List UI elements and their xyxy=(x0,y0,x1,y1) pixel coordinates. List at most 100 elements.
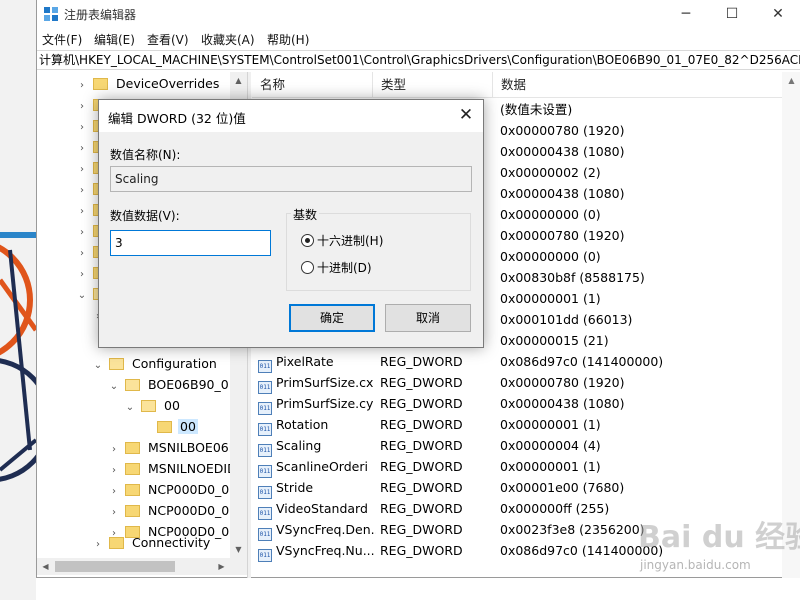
chevron-down-icon[interactable]: ⌄ xyxy=(109,376,119,397)
value-data-cell: 0x00830b8f (8588175) xyxy=(500,270,645,285)
chevron-right-icon[interactable]: › xyxy=(109,481,119,502)
column-header-data[interactable]: 数据 xyxy=(493,72,783,98)
radio-hex-label: 十六进制(H) xyxy=(317,234,384,248)
list-row[interactable]: 011 Rotation REG_DWORD 0x00000001 (1) xyxy=(252,414,800,436)
chevron-right-icon[interactable]: › xyxy=(77,201,87,222)
dialog-title-bar: 编辑 DWORD (32 位)值 ✕ xyxy=(99,100,483,132)
registry-editor-icon xyxy=(44,7,58,21)
tree-item[interactable]: › Connectivity xyxy=(93,532,212,553)
menu-file[interactable]: 文件(F) xyxy=(42,31,82,48)
folder-open-icon xyxy=(125,379,140,391)
folder-icon xyxy=(93,78,108,90)
list-row[interactable]: 011 PixelRate REG_DWORD 0x086d97c0 (1414000… xyxy=(252,351,800,373)
column-header-name[interactable]: 名称 xyxy=(252,72,373,98)
list-vertical-scrollbar[interactable]: ▲ xyxy=(782,72,800,578)
value-data-cell: 0x00000780 (1920) xyxy=(500,123,625,138)
tree-horizontal-scrollbar[interactable]: ◀ ▶ xyxy=(37,558,247,575)
radio-decimal[interactable]: 十进制(D) xyxy=(301,261,372,275)
tree-item[interactable]: › MSNILBOE06B xyxy=(109,437,239,458)
value-data-cell: 0x00000000 (0) xyxy=(500,207,601,222)
ok-button[interactable]: 确定 xyxy=(289,304,375,332)
value-data-cell: 0x00000780 (1920) xyxy=(500,228,625,243)
reg-dword-icon: 011 xyxy=(258,549,272,562)
column-header-type[interactable]: 类型 xyxy=(373,72,493,98)
value-data-input[interactable]: 3 xyxy=(110,230,271,256)
tree-item-selected[interactable]: 00 xyxy=(141,416,198,437)
chevron-right-icon[interactable]: › xyxy=(77,117,87,138)
value-name-text: Stride xyxy=(276,480,314,495)
tree-item[interactable]: › NCP000D0_00_ xyxy=(109,479,245,500)
chevron-right-icon[interactable]: › xyxy=(77,243,87,264)
list-row[interactable]: 011 PrimSurfSize.cy REG_DWORD 0x00000438 (1… xyxy=(252,393,800,415)
scroll-up-icon[interactable]: ▲ xyxy=(782,72,800,89)
radio-checked-icon[interactable] xyxy=(301,234,314,247)
base-label: 基数 xyxy=(291,206,320,223)
value-name-cell: 011 Stride xyxy=(258,477,376,499)
chevron-right-icon[interactable]: › xyxy=(93,534,103,555)
chevron-down-icon[interactable]: ⌄ xyxy=(93,355,103,376)
list-row[interactable]: 011 Stride REG_DWORD 0x00001e00 (7680) xyxy=(252,477,800,499)
chevron-right-icon[interactable]: › xyxy=(77,96,87,117)
chevron-right-icon[interactable]: › xyxy=(77,264,87,285)
chevron-right-icon[interactable]: › xyxy=(109,439,119,460)
cancel-button[interactable]: 取消 xyxy=(385,304,471,332)
dialog-title: 编辑 DWORD (32 位)值 xyxy=(108,111,246,126)
chevron-right-icon[interactable]: › xyxy=(77,75,87,96)
menu-favorites[interactable]: 收藏夹(A) xyxy=(201,31,255,48)
radio-dec-label: 十进制(D) xyxy=(317,261,372,275)
value-type-cell: REG_DWORD xyxy=(380,522,463,537)
value-type-cell: REG_DWORD xyxy=(380,417,463,432)
value-name-cell: 011 PixelRate xyxy=(258,351,376,373)
tree-item[interactable]: › DeviceOverrides xyxy=(77,73,221,94)
value-name-cell: 011 ScanlineOrderi xyxy=(258,456,376,478)
list-row[interactable]: 011 Scaling REG_DWORD 0x00000004 (4) xyxy=(252,435,800,457)
watermark-url: jingyan.baidu.com xyxy=(640,558,751,572)
scroll-down-icon[interactable]: ▼ xyxy=(230,541,247,558)
value-name-text: Scaling xyxy=(276,438,322,453)
tree-item[interactable]: ⌄ 00 xyxy=(125,395,182,416)
value-data-cell: 0x00001e00 (7680) xyxy=(500,480,625,495)
value-type-cell: REG_DWORD xyxy=(380,459,463,474)
chevron-down-icon[interactable]: ⌄ xyxy=(125,397,135,418)
address-bar[interactable]: 计算机\HKEY_LOCAL_MACHINE\SYSTEM\ControlSet… xyxy=(37,50,800,70)
tree-item[interactable]: › NCP000D0_00_ xyxy=(109,500,245,521)
value-name-text: VSyncFreq.Nu... xyxy=(276,543,375,558)
minimize-button[interactable]: ─ xyxy=(663,0,709,28)
close-icon: ✕ xyxy=(772,6,784,22)
chevron-right-icon[interactable]: › xyxy=(77,159,87,180)
list-row[interactable]: 011 PrimSurfSize.cx REG_DWORD 0x00000780 (1… xyxy=(252,372,800,394)
tree-item[interactable]: ⌄ BOE06B90_01_ xyxy=(109,374,245,395)
scroll-left-icon[interactable]: ◀ xyxy=(37,558,54,575)
value-name-cell: 011 PrimSurfSize.cx xyxy=(258,372,376,394)
value-data-cell: 0x00000438 (1080) xyxy=(500,186,625,201)
value-name-cell: 011 Rotation xyxy=(258,414,376,436)
radio-hexadecimal[interactable]: 十六进制(H) xyxy=(301,234,383,248)
chevron-down-icon[interactable]: ⌄ xyxy=(77,285,87,306)
dialog-close-button[interactable]: ✕ xyxy=(449,100,483,132)
maximize-button[interactable]: ☐ xyxy=(709,0,755,28)
scrollbar-thumb[interactable] xyxy=(55,561,175,572)
value-type-cell: REG_DWORD xyxy=(380,396,463,411)
list-row[interactable]: 011 ScanlineOrderi REG_DWORD 0x00000001 (1) xyxy=(252,456,800,478)
menu-help[interactable]: 帮助(H) xyxy=(267,31,309,48)
value-type-cell: REG_DWORD xyxy=(380,501,463,516)
value-name-cell: 011 VSyncFreq.Den... xyxy=(258,519,376,541)
menu-edit[interactable]: 编辑(E) xyxy=(94,31,135,48)
folder-icon xyxy=(125,505,140,517)
value-data-cell: 0x00000002 (2) xyxy=(500,165,601,180)
chevron-right-icon[interactable]: › xyxy=(77,180,87,201)
chevron-right-icon[interactable]: › xyxy=(77,222,87,243)
tree-item[interactable]: › MSNILNOEDID xyxy=(109,458,239,479)
menu-view[interactable]: 查看(V) xyxy=(147,31,189,48)
scroll-right-icon[interactable]: ▶ xyxy=(213,558,230,575)
scroll-up-icon[interactable]: ▲ xyxy=(230,72,247,89)
chevron-right-icon[interactable]: › xyxy=(109,460,119,481)
radio-unchecked-icon[interactable] xyxy=(301,261,314,274)
chevron-right-icon[interactable]: › xyxy=(109,502,119,523)
value-type-cell: REG_DWORD xyxy=(380,438,463,453)
folder-open-icon xyxy=(109,358,124,370)
chevron-right-icon[interactable]: › xyxy=(77,138,87,159)
tree-item-configuration[interactable]: ⌄ Configuration xyxy=(93,353,219,374)
close-button[interactable]: ✕ xyxy=(755,0,800,28)
value-name-cell: 011 VideoStandard xyxy=(258,498,376,520)
